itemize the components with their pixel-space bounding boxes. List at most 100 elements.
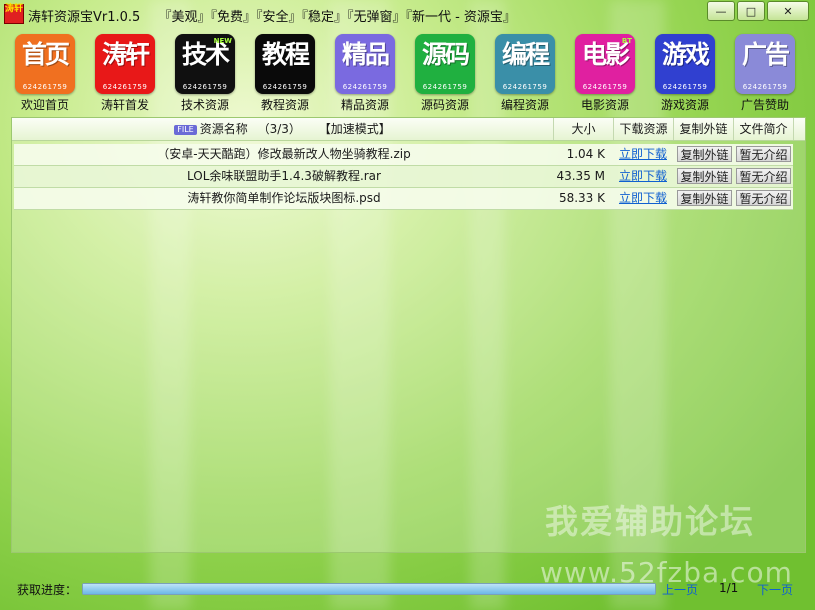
- home-icon: 首页 624261759: [15, 34, 75, 94]
- nav-item-label: 欢迎首页: [20, 98, 69, 112]
- copy-link-button[interactable]: 复制外链: [677, 190, 732, 206]
- minimize-button[interactable]: —: [707, 1, 735, 21]
- nav-item-label: 技术资源: [180, 98, 229, 112]
- nav-item[interactable]: 游戏 624261759 游戏资源: [650, 32, 720, 112]
- nav-icon-number: 624261759: [342, 83, 388, 91]
- nav-icon-number: 624261759: [662, 83, 708, 91]
- close-button[interactable]: ✕: [767, 1, 809, 21]
- tech-icon: 技术 NEW 624261759: [175, 34, 235, 94]
- nav-item[interactable]: 教程 624261759 教程资源: [250, 32, 320, 112]
- nav-icon-text: 首页: [21, 40, 70, 69]
- intro-button[interactable]: 暂无介绍: [736, 190, 791, 206]
- nav-icon-text: 游戏: [661, 40, 710, 69]
- nav-item[interactable]: 编程 624261759 编程资源: [490, 32, 560, 112]
- file-name: LOL余味联盟助手1.4.3破解教程.rar: [187, 169, 381, 183]
- table-row[interactable]: （安卓-天天酷跑）修改最新改人物坐骑教程.zip 1.04 K 立即下载 复制外链 暂无…: [14, 144, 793, 166]
- nav-icon-text: 广告: [741, 40, 790, 69]
- download-link[interactable]: 立即下载: [616, 166, 670, 187]
- download-link[interactable]: 立即下载: [616, 144, 670, 165]
- programming-icon: 编程 624261759: [495, 34, 555, 94]
- table-row[interactable]: 涛轩教你简单制作论坛版块图标.psd 58.33 K 立即下载 复制外链 暂无介绍: [14, 188, 793, 210]
- nav-icon-text: 精品: [341, 40, 390, 69]
- file-size: 43.35 M: [556, 169, 605, 183]
- nav-item-label: 精品资源: [340, 98, 389, 112]
- game-icon: 游戏 624261759: [655, 34, 715, 94]
- watermark-text: 我爱辅助论坛: [545, 502, 755, 541]
- taoxuan-icon: 涛轩 624261759: [95, 34, 155, 94]
- nav-item-label: 游戏资源: [660, 98, 709, 112]
- tutorial-icon: 教程 624261759: [255, 34, 315, 94]
- column-header-intro[interactable]: 文件简介: [734, 118, 794, 140]
- nav-item-label: 广告赞助: [740, 98, 789, 112]
- window-title: 涛轩资源宝Vr1.0.5 『美观』『免费』『安全』『稳定』『无弹窗』『新一代 -…: [28, 6, 516, 25]
- nav-badge: NEW: [213, 37, 232, 45]
- download-link-text[interactable]: 立即下载: [619, 169, 667, 183]
- download-link[interactable]: 立即下载: [616, 188, 670, 209]
- app-logo-icon: 涛轩: [4, 4, 24, 24]
- nav-icon-number: 624261759: [102, 83, 148, 91]
- nav-icon-text: 教程: [261, 40, 310, 69]
- intro-button[interactable]: 暂无介绍: [736, 168, 791, 184]
- download-link-text[interactable]: 立即下载: [619, 191, 667, 205]
- nav-item[interactable]: 技术 NEW 624261759 技术资源: [170, 32, 240, 112]
- prev-page-link[interactable]: 上一页: [662, 581, 698, 598]
- nav-item[interactable]: 精品 624261759 精品资源: [330, 32, 400, 112]
- table-row[interactable]: LOL余味联盟助手1.4.3破解教程.rar 43.35 M 立即下载 复制外链 暂无介…: [14, 166, 793, 188]
- nav-icon-text: 编程: [501, 40, 550, 69]
- page-indicator: 1/1: [719, 581, 739, 595]
- progress-label: 获取进度：: [17, 583, 78, 597]
- category-toolbar: 首页 624261759 欢迎首页 涛轩 624261759 涛轩首发 技术 NEW 62426…: [10, 32, 810, 112]
- nav-icon-number: 624261759: [582, 83, 628, 91]
- download-link-text[interactable]: 立即下载: [619, 147, 667, 161]
- progress-fill: [83, 584, 655, 594]
- next-page-link[interactable]: 下一页: [757, 581, 793, 598]
- window-controls: — □ ✕: [707, 1, 809, 21]
- nav-item[interactable]: 广告 624261759 广告赞助: [730, 32, 800, 112]
- nav-item-label: 电影资源: [580, 98, 629, 112]
- title-bar: 涛轩 涛轩资源宝Vr1.0.5 『美观』『免费』『安全』『稳定』『无弹窗』『新一…: [0, 0, 815, 28]
- resource-list-panel: FILE 资源名称 （3/3） 【加速模式】 大小 下载资源 复制外链 文件简介 …: [11, 117, 806, 553]
- file-tag-icon: FILE: [174, 124, 197, 135]
- file-name: （安卓-天天酷跑）修改最新改人物坐骑教程.zip: [157, 147, 411, 161]
- file-size: 1.04 K: [566, 147, 605, 161]
- app-window: 涛轩 涛轩资源宝Vr1.0.5 『美观』『免费』『安全』『稳定』『无弹窗』『新一…: [0, 0, 815, 610]
- maximize-button[interactable]: □: [737, 1, 765, 21]
- column-header-size[interactable]: 大小: [554, 118, 614, 140]
- source-code-icon: 源码 624261759: [415, 34, 475, 94]
- file-name: 涛轩教你简单制作论坛版块图标.psd: [187, 191, 381, 205]
- intro-button[interactable]: 暂无介绍: [736, 146, 791, 162]
- file-size: 58.33 K: [558, 191, 605, 205]
- accelerate-mode: 【加速模式】: [318, 122, 391, 136]
- nav-icon-number: 624261759: [422, 83, 468, 91]
- status-bar: 获取进度： 上一页 1/1 下一页: [0, 575, 815, 601]
- nav-item[interactable]: 源码 624261759 源码资源: [410, 32, 480, 112]
- column-header-copy[interactable]: 复制外链: [674, 118, 734, 140]
- nav-icon-number: 624261759: [502, 83, 548, 91]
- nav-item-label: 源码资源: [420, 98, 469, 112]
- app-title: 涛轩资源宝Vr1.0.5: [28, 10, 141, 25]
- nav-icon-number: 624261759: [182, 83, 228, 91]
- nav-icon-number: 624261759: [262, 83, 308, 91]
- nav-item-label: 编程资源: [500, 98, 549, 112]
- column-header-name[interactable]: FILE 资源名称 （3/3） 【加速模式】: [12, 118, 554, 140]
- ad-icon: 广告 624261759: [735, 34, 795, 94]
- nav-icon-number: 624261759: [22, 83, 68, 91]
- nav-badge: BT: [621, 37, 632, 45]
- copy-link-button[interactable]: 复制外链: [677, 168, 732, 184]
- movie-icon: 电影 BT 624261759: [575, 34, 635, 94]
- resource-count: （3/3）: [257, 122, 301, 136]
- nav-item[interactable]: 首页 624261759 欢迎首页: [10, 32, 80, 112]
- nav-icon-number: 624261759: [742, 83, 788, 91]
- nav-item[interactable]: 电影 BT 624261759 电影资源: [570, 32, 640, 112]
- copy-link-button[interactable]: 复制外链: [677, 146, 732, 162]
- column-name-label: 资源名称: [199, 122, 248, 136]
- progress-bar: [82, 583, 656, 595]
- app-slogan: 『美观』『免费』『安全』『稳定』『无弹窗』『新一代 - 资源宝』: [158, 10, 516, 25]
- nav-item[interactable]: 涛轩 624261759 涛轩首发: [90, 32, 160, 112]
- nav-item-label: 教程资源: [260, 98, 309, 112]
- nav-icon-text: 涛轩: [101, 40, 150, 69]
- column-header-download[interactable]: 下载资源: [614, 118, 674, 140]
- nav-item-label: 涛轩首发: [100, 98, 149, 112]
- nav-icon-text: 源码: [421, 40, 470, 69]
- boutique-icon: 精品 624261759: [335, 34, 395, 94]
